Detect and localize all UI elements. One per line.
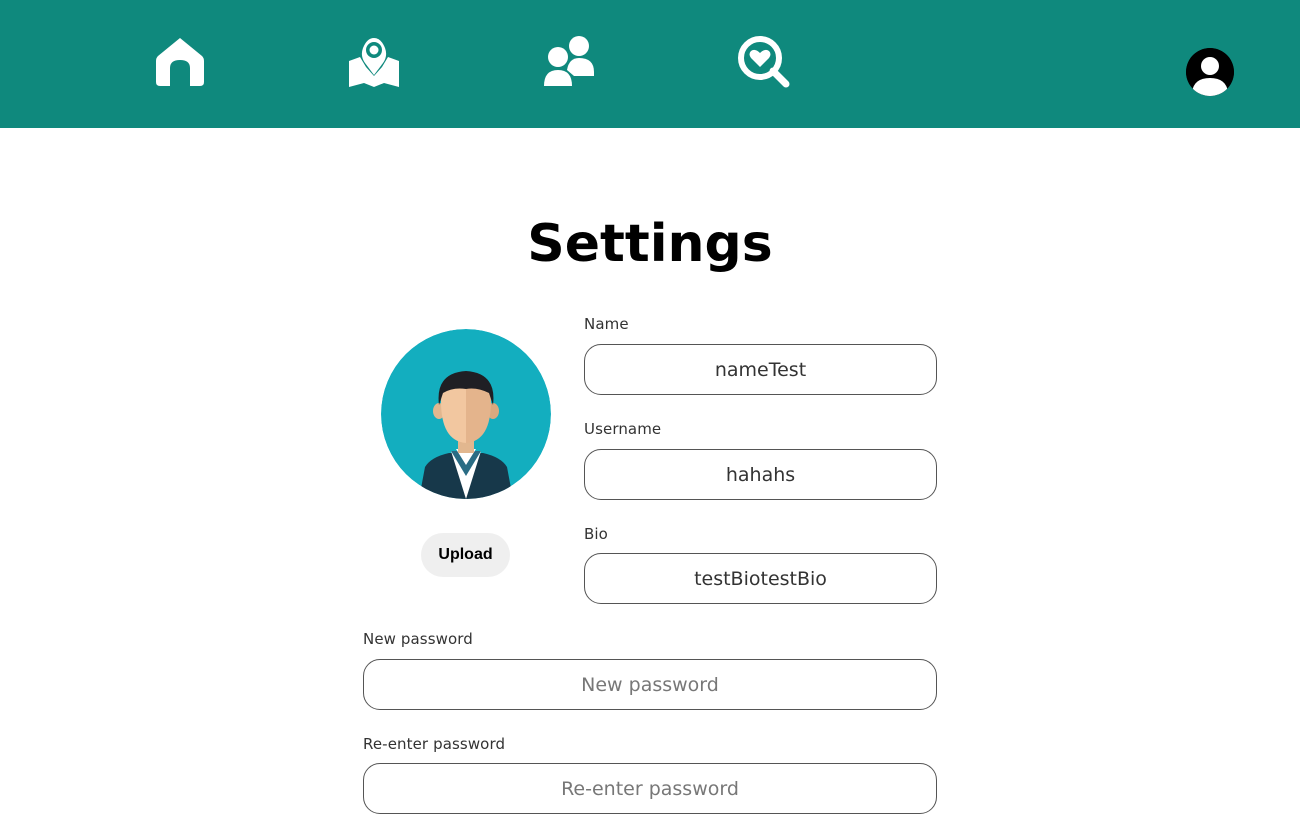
upload-button[interactable]: Upload — [421, 533, 510, 577]
new-password-label: New password — [363, 630, 473, 648]
username-input[interactable] — [584, 449, 937, 500]
map-pin-icon[interactable] — [346, 34, 402, 90]
heart-search-icon[interactable] — [736, 34, 792, 90]
page-title: Settings — [527, 214, 773, 274]
people-icon[interactable] — [541, 34, 597, 90]
bio-label: Bio — [584, 525, 608, 543]
profile-picture — [381, 329, 551, 499]
profile-avatar-icon[interactable] — [1186, 48, 1234, 96]
top-navbar — [0, 0, 1300, 128]
new-password-input[interactable] — [363, 659, 937, 710]
username-label: Username — [584, 420, 662, 438]
reenter-password-label: Re-enter password — [363, 735, 506, 753]
bio-input[interactable] — [584, 553, 937, 604]
home-icon[interactable] — [152, 34, 208, 90]
reenter-password-input[interactable] — [363, 763, 937, 814]
name-input[interactable] — [584, 344, 937, 395]
name-label: Name — [584, 315, 629, 333]
